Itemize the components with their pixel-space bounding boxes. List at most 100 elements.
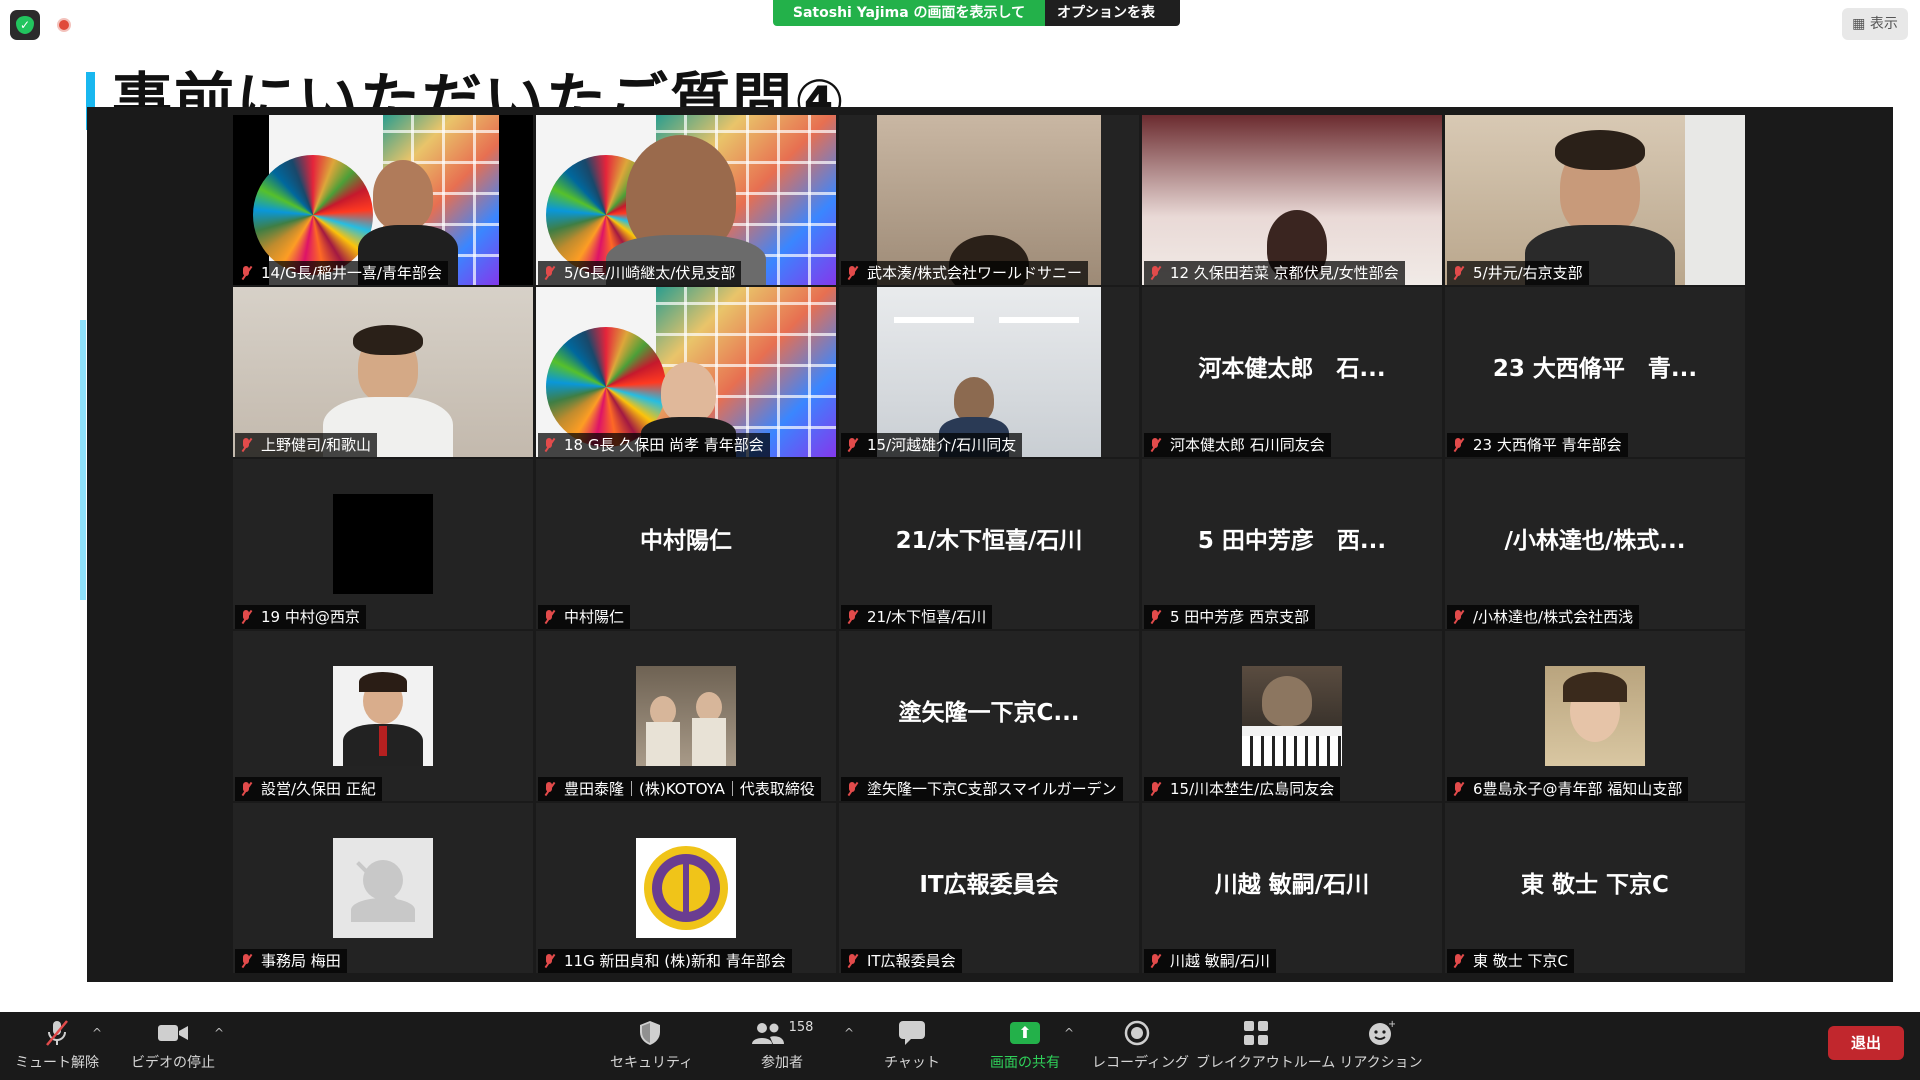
record-icon [1092, 1018, 1182, 1048]
meeting-toolbar: ミュート解除 ^ ビデオの停止 ^ セキュリティ 158 参加者 ^ チャット … [0, 1012, 1920, 1080]
participant-name-label: 19 中村@西京 [235, 605, 366, 629]
view-button[interactable]: ▦ 表示 [1842, 8, 1908, 40]
security-shield-icon[interactable]: ✓ [10, 10, 40, 40]
participant-name-label: 15/川本埜生/広島同友会 [1144, 777, 1341, 801]
participant-name-label: 川越 敏嗣/石川 [1144, 949, 1276, 973]
gallery-view: 14/G長/稲井一喜/青年部会 5/G長/川崎継太/伏見支部 武本湊/株式会社ワ… [87, 107, 1893, 982]
avatar-tile[interactable]: 11G 新田貞和 (株)新和 青年部会 [536, 803, 836, 973]
video-tile[interactable]: 5/井元/右京支部 [1445, 115, 1745, 285]
video-tile[interactable]: 武本湊/株式会社ワールドサニー [839, 115, 1139, 285]
screen-share-banner: Satoshi Yajima の画面を表示しています オプションを表示 ⌄ [773, 0, 1180, 47]
video-tile[interactable]: 上野健司/和歌山 [233, 287, 533, 457]
audio-options-caret[interactable]: ^ [92, 1026, 102, 1040]
name-tile[interactable]: 21/木下恒喜/石川 21/木下恒喜/石川 [839, 459, 1139, 629]
name-tile[interactable]: /小林達也/株式... /小林達也/株式会社西浅 [1445, 459, 1745, 629]
participant-name-label: 中村陽仁 [538, 605, 631, 629]
participants-options-caret[interactable]: ^ [844, 1026, 854, 1040]
breakout-rooms-button[interactable]: ブレイクアウトルーム [1196, 1018, 1335, 1072]
mic-muted-icon [239, 265, 253, 281]
profile-picture [1242, 666, 1342, 766]
share-options-caret[interactable]: ^ [1064, 1026, 1074, 1040]
avatar-tile[interactable]: 事務局 梅田 [233, 803, 533, 973]
mic-muted-icon [845, 781, 859, 797]
avatar-tile[interactable]: 設営/久保田 正紀 [233, 631, 533, 801]
video-tile[interactable]: 5/G長/川崎継太/伏見支部 [536, 115, 836, 285]
participant-display-name: 21/木下恒喜/石川 [895, 528, 1083, 554]
mic-muted-icon [845, 953, 859, 969]
name-tile[interactable]: 5 田中芳彦 西... 5 田中芳彦 西京支部 [1142, 459, 1442, 629]
security-button[interactable]: セキュリティ [610, 1018, 693, 1072]
company-logo [636, 838, 736, 938]
participant-name-label: 15/河越雄介/石川同友 [841, 433, 1023, 457]
mic-muted-icon [14, 1018, 100, 1048]
record-button[interactable]: レコーディング [1092, 1018, 1189, 1072]
share-screen-button[interactable]: ⬆ 画面の共有 [980, 1018, 1070, 1072]
participant-name-label: 設営/久保田 正紀 [235, 777, 382, 801]
shield-icon [610, 1018, 690, 1048]
video-tile[interactable]: 12 久保田若菜 京都伏見/女性部会 [1142, 115, 1442, 285]
chat-button[interactable]: チャット [872, 1018, 952, 1072]
mic-muted-icon [1148, 265, 1162, 281]
avatar-tile[interactable]: 15/川本埜生/広島同友会 [1142, 631, 1442, 801]
video-tile[interactable]: 15/河越雄介/石川同友 [839, 287, 1139, 457]
avatar-tile[interactable]: 19 中村@西京 [233, 459, 533, 629]
participant-display-name: 5 田中芳彦 西... [1197, 528, 1387, 554]
camera-off-icon [333, 838, 433, 938]
participant-name-label: 12 久保田若菜 京都伏見/女性部会 [1144, 261, 1405, 285]
participants-icon: 158 [742, 1018, 822, 1048]
participant-name-label: 18 G長 久保田 尚孝 青年部会 [538, 433, 770, 457]
participant-name-label: 21/木下恒喜/石川 [841, 605, 993, 629]
avatar-tile[interactable]: 6豊島永子@青年部 福知山支部 [1445, 631, 1745, 801]
video-tile[interactable]: 18 G長 久保田 尚孝 青年部会 [536, 287, 836, 457]
mic-muted-icon [1148, 609, 1162, 625]
mic-muted-icon [239, 609, 253, 625]
participant-name-label: 5/G長/川崎継太/伏見支部 [538, 261, 742, 285]
view-options-button[interactable]: オプションを表示 ⌄ [1045, 0, 1180, 47]
reactions-button[interactable]: + リアクション [1336, 1018, 1426, 1072]
name-tile[interactable]: 中村陽仁 中村陽仁 [536, 459, 836, 629]
mic-muted-icon [845, 437, 859, 453]
mic-muted-icon [1148, 953, 1162, 969]
participant-name-label: 河本健太郎 石川同友会 [1144, 433, 1331, 457]
leave-meeting-button[interactable]: 退出 [1828, 1026, 1904, 1060]
participant-name-label: 事務局 梅田 [235, 949, 347, 973]
mic-muted-icon [1451, 609, 1465, 625]
video-camera-icon [130, 1018, 216, 1048]
smiley-icon: + [1336, 1018, 1426, 1048]
profile-picture [333, 666, 433, 766]
participant-display-name: 23 大西脩平 青... [1492, 356, 1698, 382]
participant-name-label: 武本湊/株式会社ワールドサニー [841, 261, 1089, 285]
name-tile[interactable]: 川越 敏嗣/石川 川越 敏嗣/石川 [1142, 803, 1442, 973]
participant-name-label: /小林達也/株式会社西浅 [1447, 605, 1640, 629]
profile-picture [636, 666, 736, 766]
name-tile[interactable]: 塗矢隆一下京C... 塗矢隆一下京C支部スマイルガーデン [839, 631, 1139, 801]
mic-muted-icon [845, 609, 859, 625]
participant-display-name: 東 敬士 下京C [1521, 872, 1669, 898]
participant-name-label: 14/G長/稲井一喜/青年部会 [235, 261, 448, 285]
share-message: Satoshi Yajima の画面を表示しています [773, 0, 1045, 47]
video-tile[interactable]: 14/G長/稲井一喜/青年部会 [233, 115, 533, 285]
svg-text:+: + [1388, 1019, 1395, 1030]
participant-name-label: 5/井元/右京支部 [1447, 261, 1589, 285]
slide-left-accent [80, 320, 86, 600]
participant-display-name: /小林達也/株式... [1504, 528, 1686, 554]
participant-display-name: 川越 敏嗣/石川 [1214, 872, 1370, 898]
recording-indicator-icon[interactable] [57, 18, 71, 32]
name-tile[interactable]: IT広報委員会 IT広報委員会 [839, 803, 1139, 973]
participant-name-label: 塗矢隆一下京C支部スマイルガーデン [841, 777, 1123, 801]
unmute-button[interactable]: ミュート解除 [14, 1018, 100, 1072]
video-options-caret[interactable]: ^ [214, 1026, 224, 1040]
name-tile[interactable]: 東 敬士 下京C 東 敬士 下京C [1445, 803, 1745, 973]
mic-muted-icon [1148, 781, 1162, 797]
stop-video-button[interactable]: ビデオの停止 [130, 1018, 216, 1072]
participant-display-name: IT広報委員会 [919, 872, 1059, 898]
avatar-tile[interactable]: 豊田泰隆｜(株)KOTOYA｜代表取締役 [536, 631, 836, 801]
mic-muted-icon [542, 953, 556, 969]
participants-button[interactable]: 158 参加者 [742, 1018, 822, 1072]
participant-display-name: 中村陽仁 [640, 528, 732, 554]
participant-name-label: 6豊島永子@青年部 福知山支部 [1447, 777, 1689, 801]
name-tile[interactable]: 河本健太郎 石... 河本健太郎 石川同友会 [1142, 287, 1442, 457]
breakout-rooms-icon [1196, 1018, 1316, 1048]
name-tile[interactable]: 23 大西脩平 青... 23 大西脩平 青年部会 [1445, 287, 1745, 457]
participant-display-name: 河本健太郎 石... [1198, 356, 1386, 382]
